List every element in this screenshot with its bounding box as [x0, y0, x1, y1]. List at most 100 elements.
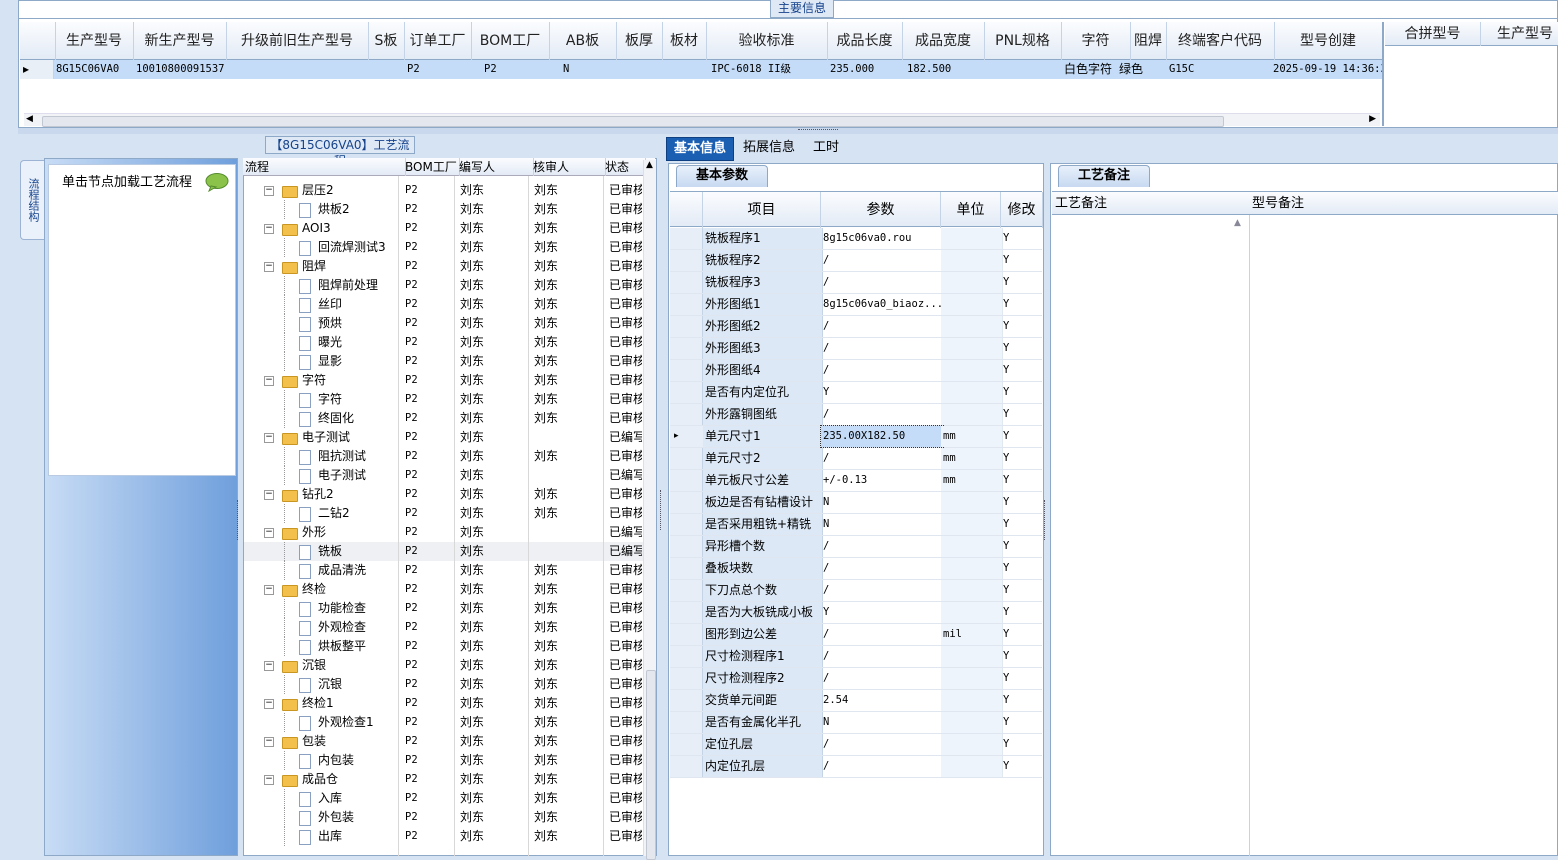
scroll-up-icon[interactable]: ▲: [646, 160, 653, 170]
combined-col-header[interactable]: 合拼型号: [1385, 22, 1481, 46]
tree-row[interactable]: 烘板整平 P2 刘东 刘东 已审核: [244, 637, 644, 656]
param-modify[interactable]: Y: [1001, 536, 1043, 557]
row-selector[interactable]: [670, 580, 703, 601]
main-col-header[interactable]: 板厚: [616, 22, 663, 60]
param-value[interactable]: 2.54: [821, 690, 943, 711]
param-modify[interactable]: Y: [1001, 712, 1043, 733]
tree-row[interactable]: 终固化 P2 刘东 刘东 已审核: [244, 409, 644, 428]
speech-bubble-icon[interactable]: [205, 172, 229, 192]
param-modify[interactable]: Y: [1001, 272, 1043, 293]
collapse-icon[interactable]: −: [264, 186, 274, 196]
param-modify[interactable]: Y: [1001, 470, 1043, 491]
param-modify[interactable]: Y: [1001, 756, 1043, 777]
main-col-header[interactable]: 验收标准: [706, 22, 828, 60]
param-col-header[interactable]: 修改: [1001, 192, 1043, 228]
param-row[interactable]: 异形槽个数 / Y: [670, 536, 1042, 558]
collapse-icon[interactable]: −: [264, 262, 274, 272]
row-selector[interactable]: [670, 382, 703, 403]
row-selector[interactable]: [670, 492, 703, 513]
scroll-right-icon[interactable]: ▶: [1369, 114, 1376, 124]
row-selector[interactable]: [670, 690, 703, 711]
param-modify[interactable]: Y: [1001, 690, 1043, 711]
remark-col-header[interactable]: 工艺备注: [1052, 192, 1107, 216]
collapse-icon[interactable]: −: [264, 737, 274, 747]
param-row[interactable]: 是否采用粗铣+精铣 N Y: [670, 514, 1042, 536]
param-row[interactable]: 下刀点总个数 / Y: [670, 580, 1042, 602]
tree-row[interactable]: 外观检查1 P2 刘东 刘东 已审核: [244, 713, 644, 732]
param-modify[interactable]: Y: [1001, 492, 1043, 513]
param-value[interactable]: /: [821, 668, 943, 689]
scrollbar-thumb[interactable]: [646, 670, 656, 860]
param-modify[interactable]: Y: [1001, 338, 1043, 359]
tree-row[interactable]: 功能检查 P2 刘东 刘东 已审核: [244, 599, 644, 618]
scroll-up-icon[interactable]: ▲: [1234, 218, 1241, 228]
param-value[interactable]: N: [821, 492, 943, 513]
param-value[interactable]: /: [821, 338, 943, 359]
param-value[interactable]: /: [821, 624, 943, 645]
param-row[interactable]: 定位孔层 / Y: [670, 734, 1042, 756]
param-row[interactable]: 内定位孔层 / Y: [670, 756, 1042, 778]
row-selector[interactable]: [670, 250, 703, 271]
param-value[interactable]: N: [821, 514, 943, 535]
tree-row[interactable]: 预烘 P2 刘东 刘东 已审核: [244, 314, 644, 333]
remark-col-header[interactable]: 型号备注: [1249, 192, 1304, 216]
param-modify[interactable]: Y: [1001, 382, 1043, 403]
main-col-header[interactable]: 型号创建: [1274, 22, 1383, 60]
param-value[interactable]: /: [821, 250, 943, 271]
param-value[interactable]: +/-0.13: [821, 470, 943, 491]
param-row[interactable]: 尺寸检测程序2/ Y: [670, 668, 1042, 690]
splitter[interactable]: [18, 128, 1558, 134]
param-row[interactable]: 是否为大板铣成小板 Y Y: [670, 602, 1042, 624]
tree-row[interactable]: − 字符 P2 刘东 刘东 已审核: [244, 371, 644, 390]
param-modify[interactable]: Y: [1001, 250, 1043, 271]
collapse-icon[interactable]: −: [264, 490, 274, 500]
param-row[interactable]: 外形图纸1 8g15c06va0_biaoz... Y: [670, 294, 1042, 316]
param-row[interactable]: 是否有金属化半孔 N Y: [670, 712, 1042, 734]
tree-col-header[interactable]: 状态: [603, 158, 646, 176]
param-row[interactable]: 铣板程序1 8g15c06va0.rou Y: [670, 228, 1042, 250]
main-col-header[interactable]: 成品宽度: [902, 22, 985, 60]
tree-row[interactable]: 沉银 P2 刘东 刘东 已审核: [244, 675, 644, 694]
tree-row[interactable]: 曝光 P2 刘东 刘东 已审核: [244, 333, 644, 352]
row-selector[interactable]: [670, 756, 703, 777]
row-selector[interactable]: [670, 360, 703, 381]
param-modify[interactable]: Y: [1001, 404, 1043, 425]
main-col-header[interactable]: 板材: [662, 22, 707, 60]
collapse-icon[interactable]: −: [264, 585, 274, 595]
param-row[interactable]: 单元尺寸2/mm Y: [670, 448, 1042, 470]
tree-row[interactable]: − 终检1 P2 刘东 刘东 已审核: [244, 694, 644, 713]
tree-col-header[interactable]: 流程: [243, 158, 406, 176]
flow-structure-vertical-tab[interactable]: 流程结构: [20, 160, 44, 240]
collapse-icon[interactable]: −: [264, 775, 274, 785]
row-selector[interactable]: ▸: [670, 426, 707, 447]
main-col-header[interactable]: 新生产型号: [133, 22, 227, 60]
param-modify[interactable]: Y: [1001, 646, 1043, 667]
detail-tab[interactable]: 拓展信息: [736, 137, 802, 161]
tree-row[interactable]: − 终检 P2 刘东 刘东 已审核: [244, 580, 644, 599]
row-selector[interactable]: [670, 712, 703, 733]
tree-row[interactable]: − 阻焊 P2 刘东 刘东 已审核: [244, 257, 644, 276]
collapse-icon[interactable]: −: [264, 433, 274, 443]
collapse-icon[interactable]: −: [264, 376, 274, 386]
row-selector[interactable]: [670, 448, 703, 469]
param-value[interactable]: /: [821, 580, 943, 601]
main-col-header[interactable]: BOM工厂: [471, 22, 550, 60]
main-col-header[interactable]: 生产型号: [55, 22, 134, 60]
main-grid-row[interactable]: ▸ 8G15C06VA0 10010800091537 P2 P2 N IPC-6018 …: [20, 60, 1383, 79]
row-selector-header[interactable]: [20, 22, 56, 60]
main-col-header[interactable]: S板: [368, 22, 405, 60]
tree-row[interactable]: 烘板2 P2 刘东 刘东 已审核: [244, 200, 644, 219]
param-modify[interactable]: Y: [1001, 668, 1043, 689]
row-selector[interactable]: [670, 470, 703, 491]
tree-col-header[interactable]: 编写人: [457, 158, 534, 176]
tree-col-header[interactable]: 核审人: [531, 158, 606, 176]
tree-row[interactable]: 阻焊前处理 P2 刘东 刘东 已审核: [244, 276, 644, 295]
param-value[interactable]: Y: [821, 382, 943, 403]
param-modify[interactable]: Y: [1001, 294, 1043, 315]
param-modify[interactable]: Y: [1001, 448, 1043, 469]
param-value[interactable]: /: [821, 756, 943, 777]
param-row[interactable]: 单元板尺寸公差 +/-0.13 mm Y: [670, 470, 1042, 492]
tree-row[interactable]: − 沉银 P2 刘东 刘东 已审核: [244, 656, 644, 675]
param-value[interactable]: /: [821, 646, 943, 667]
collapse-icon[interactable]: −: [264, 528, 274, 538]
